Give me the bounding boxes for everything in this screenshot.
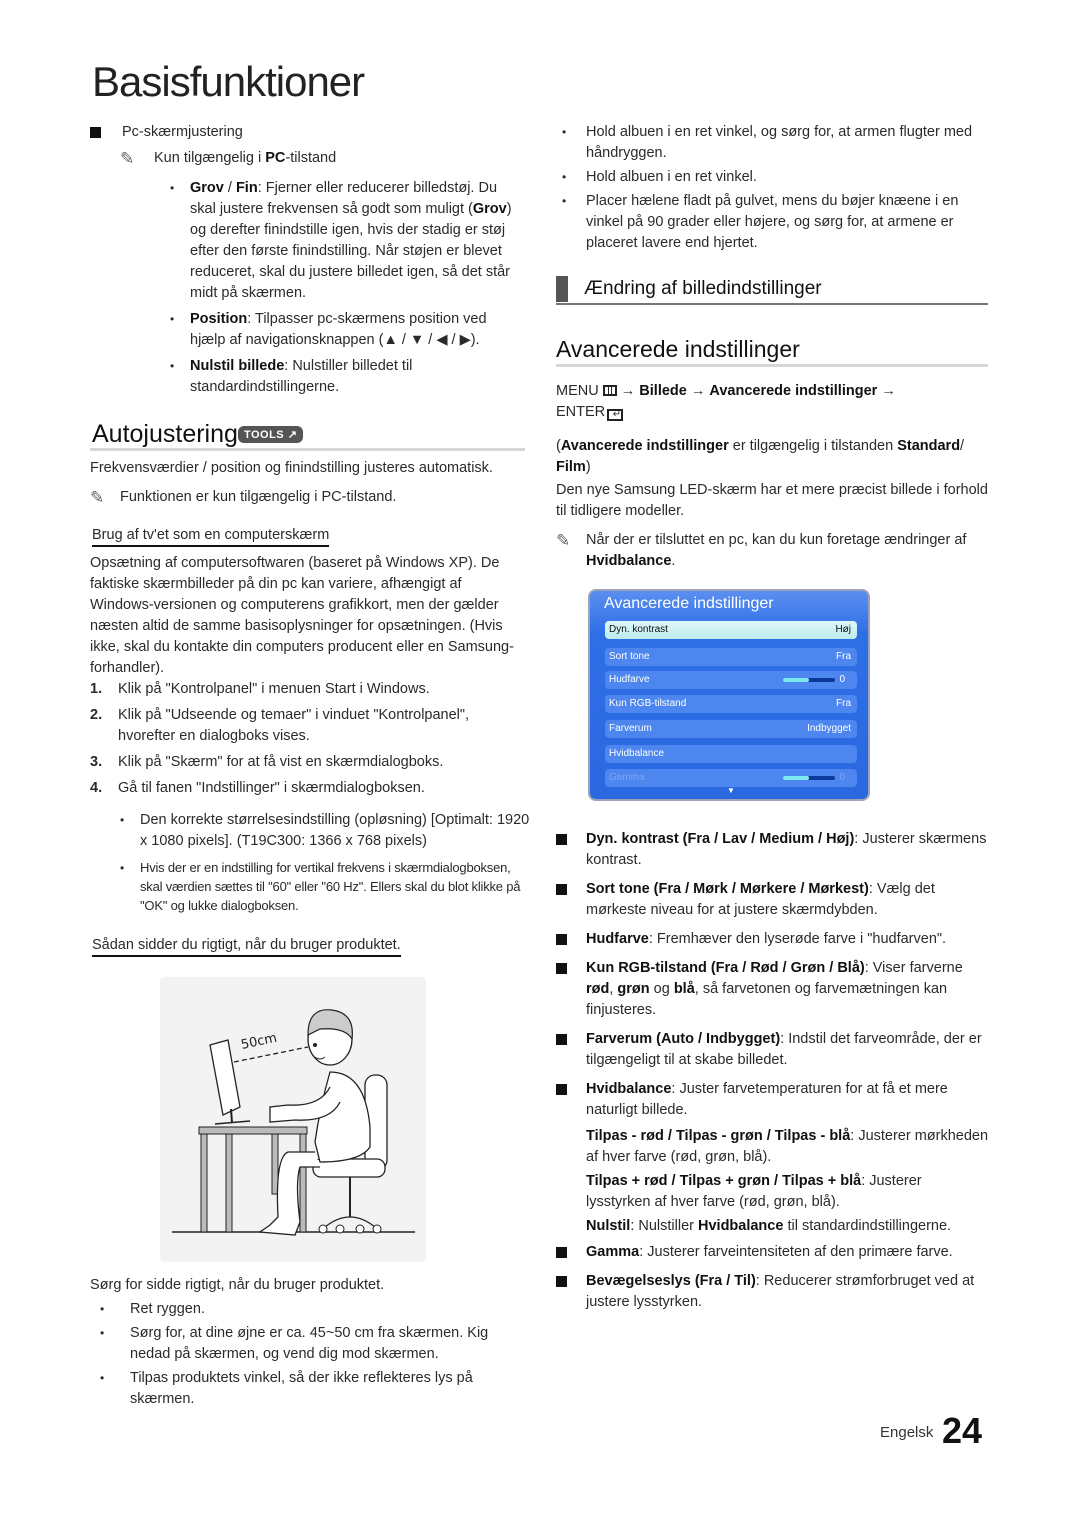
osd-row-value: 0 (839, 772, 845, 783)
pencil-note-icon: ✎ (90, 488, 105, 507)
page-number: 24 (942, 1410, 983, 1451)
list-item: Dyn. kontrast (Fra / Lav / Medium / Høj)… (556, 829, 990, 871)
list-item: Hudfarve: Fremhæver den lyserøde farve i… (556, 929, 990, 950)
heading-rule (556, 303, 988, 305)
osd-slider-fill (783, 776, 809, 780)
list-item: 4. Gå til fanen "Indstillinger" i skærmdi… (90, 780, 425, 796)
pencil-note-icon: ✎ (120, 149, 135, 168)
list-item: • Placer hælene fladt på gulvet, mens du … (562, 193, 959, 251)
pencil-note-icon: ✎ (556, 531, 571, 550)
square-bullet-icon (556, 1247, 567, 1258)
list-item: 3. Klik på "Skærm" for at få vist en skær… (90, 754, 444, 770)
posture-bullets: • Ret ryggen. • Sørg for, at dine øjne er … (100, 1299, 520, 1410)
square-bullet-icon (556, 963, 567, 974)
autojust-note: ✎ Funktionen er kun tilgængelig i PC-til… (90, 488, 397, 507)
whitebalance-sub-item: Nulstil: Nulstiller Hvidbalance til stan… (586, 1218, 952, 1234)
square-bullet-icon (556, 934, 567, 945)
distance-label: 50cm (240, 1031, 279, 1053)
list-item: • Position: Tilpasser pc-skærmens positi… (170, 311, 487, 348)
list-item: • Sørg for, at dine øjne er ca. 45~50 cm … (100, 1325, 489, 1362)
list-item: 1. Klik på "Kontrolpanel" i menuen Start … (90, 681, 430, 697)
osd-row: Farverum Indbygget (605, 720, 857, 738)
whitebalance-sub-item: Tilpas + rød / Tilpas + grøn / Tilpas + … (586, 1173, 922, 1210)
list-item: • Hold albuen i en ret vinkel, og sørg fo… (562, 124, 973, 161)
osd-row-label: Farverum (609, 723, 652, 734)
sitting-person-illustration: 50cm (172, 1009, 415, 1236)
list-item: Farverum (Auto / Indbygget): Indstil det… (556, 1029, 990, 1071)
osd-slider-fill (783, 678, 809, 682)
osd-row-value: Indbygget (807, 723, 851, 734)
osd-row-value: Fra (836, 698, 851, 709)
posture-intro: Sørg for sidde rigtigt, når du bruger pr… (90, 1277, 385, 1293)
osd-row-label: Hudfarve (609, 674, 650, 685)
advanced-desc: Den nye Samsung LED-skærm har et mere pr… (556, 482, 988, 519)
square-bullet-icon (90, 127, 101, 138)
osd-row: Kun RGB-tilstand Fra (605, 695, 857, 713)
page-title: Basisfunktioner (92, 58, 365, 105)
settings-descriptions: Dyn. kontrast (Fra / Lav / Medium / Høj)… (556, 829, 990, 1313)
osd-row: Sort tone Fra (605, 648, 857, 666)
osd-row-label: Kun RGB-tilstand (609, 698, 687, 709)
computer-intro: Opsætning af computersoftwaren (baseret … (90, 555, 514, 676)
posture-illustration: 50cm (160, 977, 426, 1262)
list-item: • Nulstil billede: Nulstiller billedet t… (170, 358, 413, 395)
osd-row: Hudfarve 0 (605, 671, 857, 689)
osd-row: Dyn. kontrast Høj (605, 621, 857, 639)
list-item: Bevægelseslys (Fra / Til): Reducerer str… (556, 1271, 990, 1313)
square-bullet-icon (556, 834, 567, 845)
list-item: • Tilpas produktets vinkel, så der ikke r… (100, 1370, 473, 1407)
autojust-desc: Frekvensværdier / position og finindstil… (90, 460, 493, 476)
autojust-heading: Autojustering TOOLS ↗ (92, 420, 304, 449)
list-item: • Hold albuen i en ret vinkel. (562, 169, 757, 185)
pc-adjust-note: ✎ Kun tilgængelig i PC-tilstand (120, 149, 337, 168)
posture-subheading: Sådan sidder du rigtigt, når du bruger p… (92, 935, 401, 957)
osd-row-value: 0 (839, 674, 845, 685)
pc-adjust-bullets: • Grov / Fin: Fjerner eller reducerer bi… (170, 178, 515, 398)
list-item: • Den korrekte størrelsesindstilling (opl… (120, 812, 530, 849)
computer-steps: 1. Klik på "Kontrolpanel" i menuen Start … (90, 679, 526, 799)
osd-title: Avancerede indstillinger (604, 595, 774, 612)
osd-row-label: Dyn. kontrast (609, 624, 668, 635)
osd-menu-screenshot: Avancerede indstillinger Dyn. kontrast Hø… (588, 589, 870, 801)
list-item: • Ret ryggen. (100, 1301, 205, 1317)
square-bullet-icon (556, 1034, 567, 1045)
square-bullet-icon (556, 1276, 567, 1287)
osd-row-value: Høj (835, 624, 851, 635)
computer-subheading: Brug af tv'et som en computerskærm (92, 525, 330, 547)
list-item: Sort tone (Fra / Mørk / Mørkere / Mørkes… (556, 879, 990, 921)
heading-rule (90, 448, 525, 451)
pc-adjust-heading: Pc-skærmjustering (90, 122, 526, 143)
osd-row: Gamma 0 (605, 769, 857, 787)
enter-icon: ↵ (607, 409, 624, 421)
osd-row-label: Sort tone (609, 651, 650, 662)
square-bullet-icon (556, 884, 567, 895)
list-item: Kun RGB-tilstand (Fra / Rød / Grøn / Blå… (556, 958, 990, 1021)
advanced-note: ✎ Når der er tilsluttet en pc, kan du ku… (556, 530, 990, 572)
list-item: • Grov / Fin: Fjerner eller reducerer bi… (170, 180, 512, 301)
availability-text: (Avancerede indstillinger er tilgængelig… (556, 438, 965, 475)
section-bar-icon (556, 276, 568, 302)
computer-sub-bullets: • Den korrekte størrelsesindstilling (opl… (120, 810, 530, 915)
osd-row-value: Fra (836, 651, 851, 662)
scroll-down-icon: ▼ (727, 786, 735, 795)
tools-button-icon: TOOLS ↗ (237, 426, 304, 443)
section-heading: Ændring af billedindstillinger (556, 276, 988, 302)
advanced-heading: Avancerede indstillinger (556, 336, 800, 362)
footer-language: Engelsk (880, 1424, 934, 1441)
list-item: 2. Klik på "Udseende og temaer" i vinduet… (90, 707, 470, 744)
posture-bullets-cont: • Hold albuen i en ret vinkel, og sørg fo… (562, 122, 992, 254)
osd-row-label: Hvidbalance (609, 748, 665, 759)
osd-slider (783, 776, 835, 780)
heading-rule (556, 364, 988, 367)
osd-row-label: Gamma (609, 772, 645, 783)
menu-icon (602, 385, 617, 396)
square-bullet-icon (556, 1084, 567, 1095)
list-item: Gamma: Justerer farveintensiteten af den… (556, 1242, 990, 1263)
list-item: Hvidbalance: Juster farvetemperaturen fo… (556, 1079, 990, 1237)
list-item: • Hvis der er en indstilling for vertikal… (120, 860, 521, 913)
osd-row: Hvidbalance (605, 745, 857, 763)
osd-slider (783, 678, 835, 682)
whitebalance-sub-item: Tilpas - rød / Tilpas - grøn / Tilpas - … (586, 1128, 989, 1165)
menu-path: MENU → Billede → Avancerede indstillinge… (556, 383, 896, 421)
